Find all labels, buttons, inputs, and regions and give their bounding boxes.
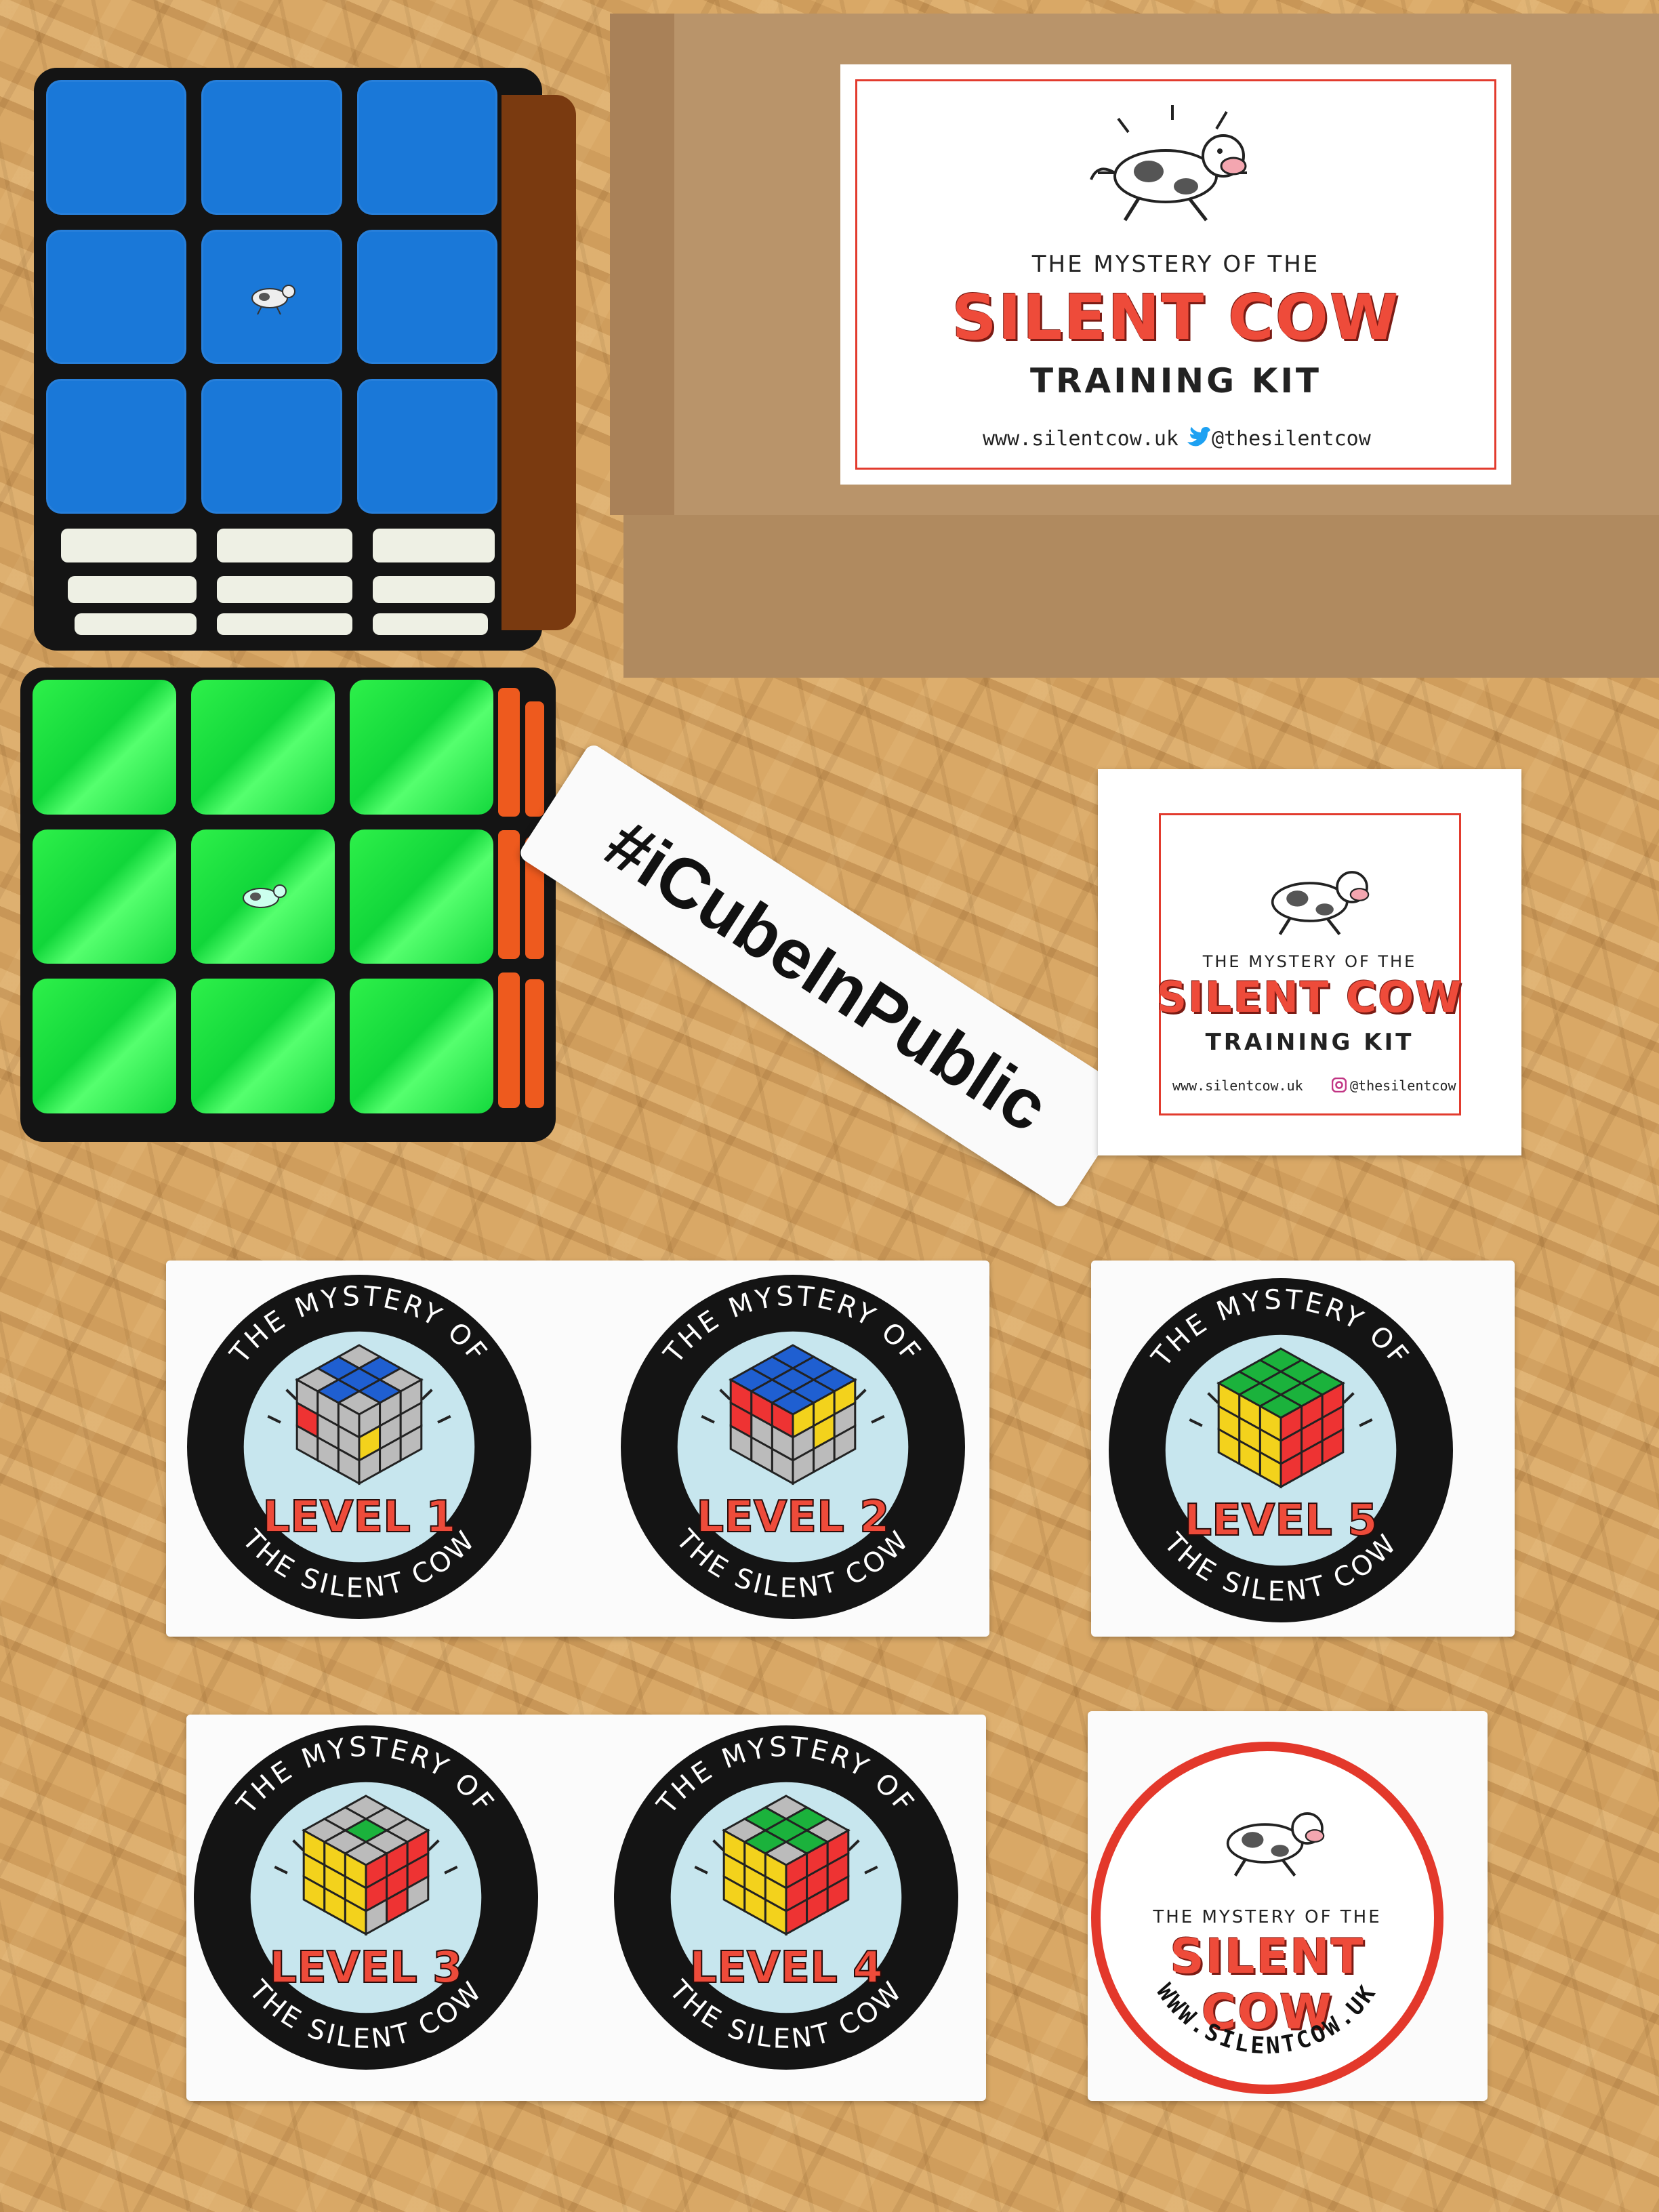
box-flap-edge	[610, 14, 674, 515]
badge-level-label: LEVEL 5	[1184, 1496, 1377, 1546]
cube-tile	[33, 979, 176, 1113]
cube-tile	[356, 229, 497, 365]
round-website: WWW.SILENTCOW.UK	[1151, 1979, 1380, 2060]
level-badge: THE MYSTERY OFTHE SILENT COWLEVEL 2	[621, 1275, 965, 1619]
label-title: SILENT COW	[951, 281, 1400, 354]
white-tile	[61, 529, 197, 562]
cube-tile	[191, 979, 335, 1113]
sticker-website: www.silentcow.uk	[1172, 1078, 1303, 1094]
badge-level-label: LEVEL 3	[269, 1943, 462, 1993]
cube-tile	[350, 979, 493, 1113]
green-face	[33, 680, 493, 1113]
white-tile	[68, 576, 197, 603]
label-social: @thesilentcow	[1212, 427, 1371, 451]
sticker-line1: THE MYSTERY OF THE	[1202, 952, 1417, 971]
orange-tile	[525, 701, 544, 817]
cube-tile	[33, 680, 176, 815]
square-sticker: THE MYSTERY OF THE SILENT COW TRAINING K…	[1098, 769, 1521, 1155]
cube-tile	[201, 80, 342, 215]
cube-center-tile	[201, 229, 342, 365]
box-label: THE MYSTERY OF THE SILENT COW TRAINING K…	[840, 64, 1511, 485]
cube-tile	[191, 680, 335, 815]
cube-tile	[46, 229, 187, 365]
white-tile	[373, 613, 488, 635]
cow-icon	[251, 284, 295, 315]
cube-tile	[46, 379, 187, 514]
cube-tile	[350, 680, 493, 815]
box-front	[623, 515, 1659, 678]
white-tile	[217, 613, 352, 635]
label-website: www.silentcow.uk	[983, 427, 1179, 451]
rubiks-cube-green	[20, 668, 556, 1142]
hashtag-sticker: #iCubeInPublic	[516, 741, 1137, 1210]
badge-level-label: LEVEL 1	[262, 1492, 455, 1542]
cube-tile	[201, 379, 342, 514]
label-line3: TRAINING KIT	[1029, 361, 1322, 401]
sticker-title: SILENT COW	[1156, 972, 1463, 1022]
instagram-icon	[1332, 1078, 1347, 1092]
orange-tile	[498, 688, 520, 817]
sticker-line3: TRAINING KIT	[1205, 1029, 1414, 1056]
cube-tile	[33, 829, 176, 964]
cow-icon	[1271, 871, 1370, 936]
white-tile	[217, 529, 352, 562]
round-sticker: THE MYSTERY OF THE SILENT COW WWW.SILENT…	[1091, 1742, 1443, 2094]
cube-tile	[46, 80, 187, 215]
svg-text:WWW.SILENTCOW.UK: WWW.SILENTCOW.UK	[1151, 1979, 1382, 2060]
badge-level-label: LEVEL 4	[689, 1943, 882, 1993]
orange-tile	[525, 979, 544, 1108]
label-line1: THE MYSTERY OF THE	[1031, 251, 1320, 278]
sticker-social: @thesilentcow	[1350, 1078, 1456, 1094]
rubiks-cube-blue	[34, 68, 576, 651]
twitter-bird-icon	[1187, 427, 1210, 447]
cube-center-tile	[191, 829, 335, 964]
cow-icon	[243, 884, 287, 908]
badge-level-label: LEVEL 2	[696, 1492, 889, 1542]
level-badge: THE MYSTERY OFTHE SILENT COWLEVEL 5	[1109, 1278, 1453, 1622]
cube-tile	[356, 379, 497, 514]
round-website-arc: WWW.SILENTCOW.UK	[1151, 1979, 1382, 2060]
cow-icon	[1090, 105, 1247, 222]
white-tile	[373, 529, 495, 562]
level-badge: THE MYSTERY OFTHE SILENT COWLEVEL 3	[194, 1725, 538, 2070]
blue-face	[46, 80, 497, 514]
white-tile	[75, 613, 197, 635]
hashtag-text: #iCubeInPublic	[592, 804, 1062, 1147]
white-tile	[217, 576, 352, 603]
orange-tile	[498, 830, 520, 959]
level-badge: THE MYSTERY OFTHE SILENT COWLEVEL 4	[614, 1725, 958, 2070]
level-badge: THE MYSTERY OFTHE SILENT COWLEVEL 1	[187, 1275, 531, 1619]
cube-tile	[350, 829, 493, 964]
cube-side	[501, 95, 576, 630]
cube-tile	[356, 80, 497, 215]
white-tile	[373, 576, 495, 603]
orange-tile	[498, 972, 520, 1108]
